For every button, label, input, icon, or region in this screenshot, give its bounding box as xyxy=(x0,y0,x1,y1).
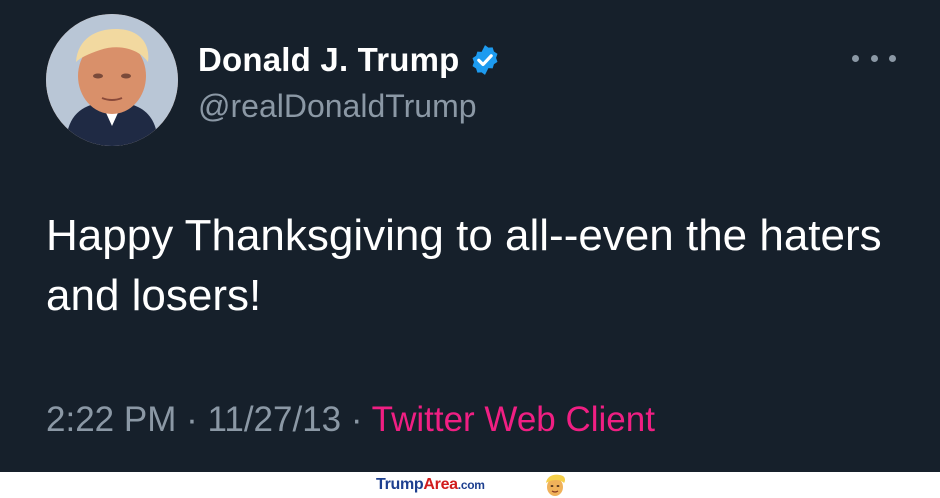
more-horizontal-icon[interactable] xyxy=(852,46,896,70)
watermark-text: TrumpArea.com xyxy=(376,476,485,494)
more-dot xyxy=(870,54,878,62)
author-row: Donald J. Trump xyxy=(198,40,502,80)
tweet-text: Happy Thanksgiving to all--even the hate… xyxy=(46,211,882,320)
avatar-image xyxy=(46,14,178,146)
tweet-date[interactable]: 11/27/13 xyxy=(207,400,341,439)
meta-separator: · xyxy=(186,400,208,439)
tweet-meta: 2:22 PM · 11/27/13 · Twitter Web Client xyxy=(46,396,655,444)
author-name[interactable]: Donald J. Trump xyxy=(198,40,460,80)
watermark-part3: .com xyxy=(457,478,485,492)
watermark-part2: Area xyxy=(423,476,458,493)
tweet-client-link[interactable]: Twitter Web Client xyxy=(372,400,655,439)
watermark-logo-icon xyxy=(546,474,565,496)
watermark-part1: Trump xyxy=(376,476,424,493)
meta-separator: · xyxy=(350,400,372,439)
verified-badge-icon xyxy=(468,43,502,77)
author-handle[interactable]: @realDonaldTrump xyxy=(198,86,477,126)
avatar[interactable] xyxy=(46,14,178,146)
more-dot xyxy=(852,54,859,62)
more-dot xyxy=(889,54,896,62)
tweet-card: Donald J. Trump @realDonaldTrump Happy T… xyxy=(0,0,940,472)
tweet-time[interactable]: 2:22 PM xyxy=(46,400,176,439)
watermark-bar: TrumpArea.com xyxy=(0,472,940,498)
